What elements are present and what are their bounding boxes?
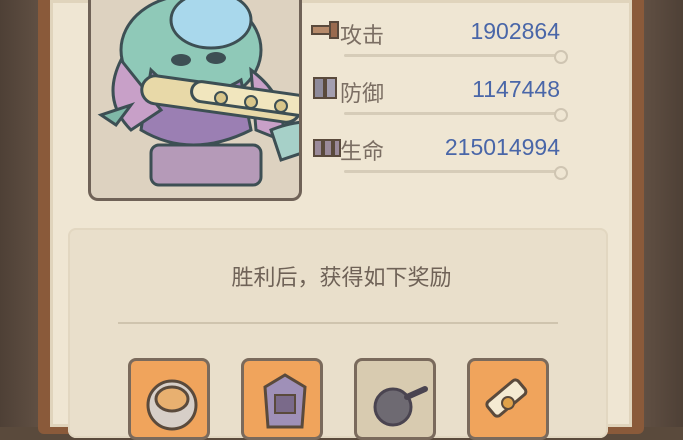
reward-item-armor[interactable]: [241, 358, 323, 440]
stat-row-attack: 攻击 1902864: [311, 12, 570, 64]
stat-label: 攻击: [340, 24, 385, 49]
reward-divider: [118, 322, 558, 324]
stat-label: 生命: [340, 140, 385, 165]
shield-icon: [313, 77, 337, 99]
stat-divider: [344, 166, 568, 180]
boss-portrait: [88, 0, 302, 201]
stat-value: 215014994: [444, 134, 560, 160]
boss-figure-icon: [97, 0, 299, 187]
heart-icon: [313, 139, 341, 157]
reward-item-treasure[interactable]: [128, 358, 210, 440]
reward-item-bomb[interactable]: [354, 358, 436, 440]
stat-divider: [344, 108, 568, 122]
stat-value: 1902864: [470, 18, 560, 44]
reward-title: 胜利后，获得如下奖励: [231, 266, 452, 291]
stat-label: 防御: [340, 82, 385, 107]
reward-item-tube[interactable]: [467, 358, 549, 440]
stat-value: 1147448: [472, 76, 560, 102]
stat-divider: [344, 50, 568, 64]
stat-row-defense: 防御 1147448: [313, 70, 570, 122]
sword-icon: [311, 21, 339, 39]
stat-row-health: 生命 215014994: [313, 128, 570, 180]
